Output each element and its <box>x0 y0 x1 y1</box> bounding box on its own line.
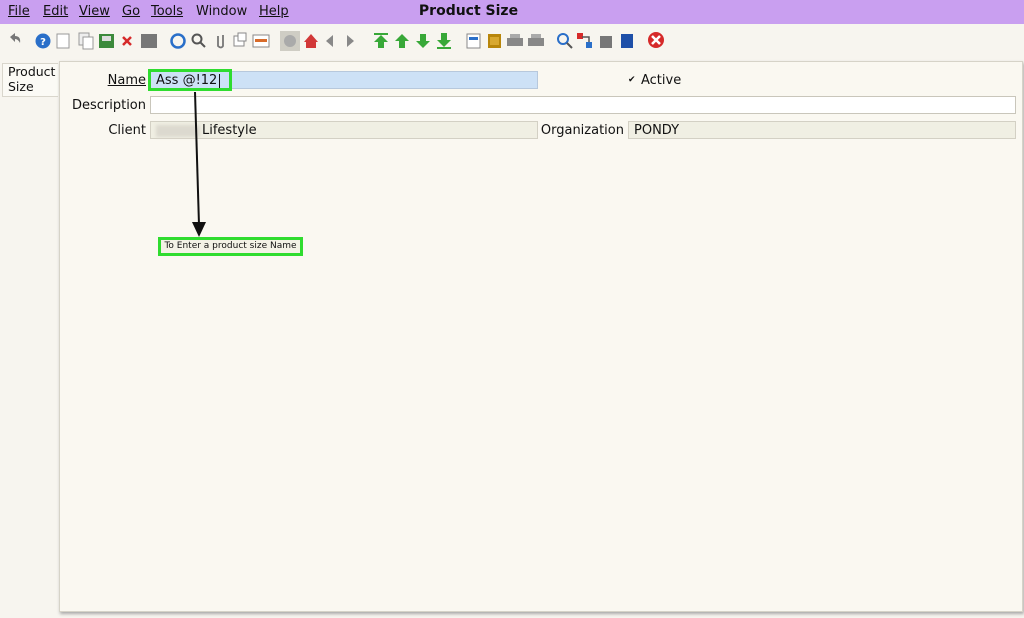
client-field: Lifestyle <box>150 121 538 139</box>
client-redacted-prefix <box>156 124 200 137</box>
request-icon[interactable] <box>528 34 544 46</box>
tab-column <box>0 60 59 618</box>
organization-field: PONDY <box>628 121 1016 139</box>
product-info-icon[interactable] <box>557 33 573 49</box>
description-label-text: Description <box>71 98 146 113</box>
zoom-icon[interactable] <box>507 34 523 46</box>
find-icon[interactable] <box>191 33 206 48</box>
client-label: Client <box>108 123 146 138</box>
next-record-icon[interactable] <box>416 34 430 48</box>
workflow-icon[interactable] <box>577 33 633 48</box>
active-checkbox[interactable]: ✔ <box>628 76 637 85</box>
tab-product-size-line2: Size <box>8 79 34 94</box>
close-window-icon[interactable] <box>648 32 664 48</box>
refresh-icon[interactable] <box>170 33 186 49</box>
print-preview-icon[interactable] <box>466 33 481 49</box>
name-highlight-box <box>148 69 232 91</box>
history-icon[interactable] <box>233 32 247 47</box>
active-label: Active <box>641 73 682 88</box>
delete-icon[interactable] <box>122 36 132 46</box>
report-icon[interactable] <box>252 34 270 48</box>
tab-product-size-line1: Product <box>8 64 56 79</box>
print-icon[interactable] <box>488 34 501 48</box>
help-icon[interactable]: ? <box>35 33 51 49</box>
menu-bar: File Edit View Go Tools Window Help Prod… <box>0 0 1024 24</box>
save-icon[interactable] <box>99 34 114 48</box>
last-record-icon[interactable] <box>437 33 451 49</box>
undo-icon[interactable] <box>10 33 21 43</box>
new-record-icon[interactable] <box>56 33 70 49</box>
annotation-callout: To Enter a product size Name <box>158 237 303 256</box>
attachment-icon[interactable] <box>217 35 224 49</box>
archive-icon[interactable] <box>280 31 300 51</box>
toolbar: ? <box>0 24 1024 60</box>
grid-toggle-icon[interactable] <box>141 34 157 48</box>
previous-record-icon[interactable] <box>395 34 409 48</box>
description-label: Description <box>60 98 146 113</box>
copy-record-icon[interactable] <box>78 32 94 50</box>
description-field[interactable] <box>150 96 1016 114</box>
form-panel <box>59 61 1023 612</box>
tab-product-size[interactable]: Product Size <box>2 63 58 97</box>
toolbar-icons: ? <box>10 31 664 51</box>
back-icon[interactable] <box>326 35 333 47</box>
organization-label: Organization <box>540 123 624 138</box>
client-value: Lifestyle <box>202 123 257 138</box>
name-label-text: Name <box>107 73 146 88</box>
window-title: Product Size <box>418 3 519 19</box>
forward-icon[interactable] <box>347 35 354 47</box>
name-label: Name <box>60 73 146 88</box>
home-icon[interactable] <box>304 34 318 48</box>
svg-text:?: ? <box>40 37 46 48</box>
first-record-icon[interactable] <box>374 33 388 48</box>
